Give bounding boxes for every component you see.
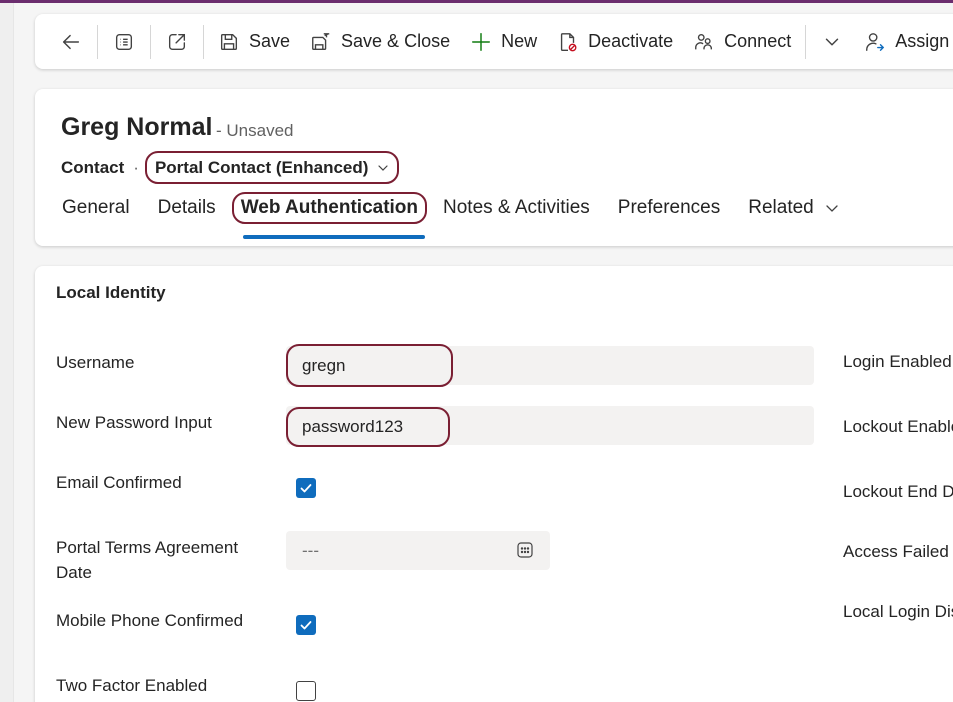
tab-general[interactable]: General <box>62 192 130 224</box>
app-accent-bar <box>0 0 953 3</box>
lockout-enabled-label: Lockout Enable <box>843 417 953 436</box>
checkmark-icon <box>300 484 312 493</box>
two-factor-label: Two Factor Enabled <box>56 676 208 695</box>
assign-person-icon <box>866 32 885 51</box>
save-close-button[interactable]: Save & Close <box>300 22 460 62</box>
new-button[interactable]: New <box>460 22 547 62</box>
username-label: Username <box>56 353 135 372</box>
form-selector-label: Portal Contact (Enhanced) <box>154 157 369 177</box>
chevron-down-icon <box>825 38 839 45</box>
tab-preferences[interactable]: Preferences <box>618 192 720 224</box>
save-icon <box>220 33 238 50</box>
connect-button[interactable]: Connect <box>683 22 801 62</box>
password-label: New Password Input <box>56 413 212 432</box>
terms-date-label: Portal Terms Agreement Date <box>56 538 239 582</box>
toolbar-separator <box>203 24 204 59</box>
chevron-down-icon <box>826 205 838 212</box>
back-button[interactable] <box>49 22 93 62</box>
local-identity-section: Local Identity Username gregn New Passwo… <box>35 266 953 702</box>
toolbar-separator <box>97 24 98 59</box>
tab-web-authentication[interactable]: Web Authentication <box>231 192 428 224</box>
lockout-end-label: Lockout End D <box>843 482 953 501</box>
password-input[interactable]: password123 <box>286 407 450 447</box>
record-list-icon <box>115 33 133 50</box>
assign-button[interactable]: Assign <box>854 22 953 62</box>
email-confirmed-checkbox[interactable] <box>296 478 316 498</box>
open-new-window-button[interactable] <box>155 22 199 62</box>
entity-name: Contact <box>61 157 125 177</box>
deactivate-icon <box>561 32 577 51</box>
deactivate-button[interactable]: Deactivate <box>547 22 683 62</box>
active-tab-indicator <box>243 235 425 239</box>
plus-icon <box>472 32 491 51</box>
email-confirmed-label: Email Confirmed <box>56 473 182 492</box>
separator-dot: · <box>133 157 139 177</box>
form-selector[interactable]: Portal Contact (Enhanced) <box>144 151 400 184</box>
login-enabled-label: Login Enabled <box>843 352 952 371</box>
left-nav-edge <box>0 3 14 702</box>
two-factor-checkbox[interactable] <box>296 681 316 701</box>
save-close-icon <box>312 32 330 50</box>
new-label: New <box>501 31 538 51</box>
save-button[interactable]: Save <box>208 22 300 62</box>
entity-line: Contact · Portal Contact (Enhanced) <box>61 151 400 184</box>
section-title: Local Identity <box>56 283 166 302</box>
record-list-button[interactable] <box>102 22 146 62</box>
toolbar-separator <box>805 24 807 59</box>
checkmark-icon <box>300 621 312 630</box>
local-login-disabled-label: Local Login Dis <box>843 602 953 621</box>
tab-related[interactable]: Related <box>748 192 840 224</box>
toolbar-separator <box>150 24 151 59</box>
chevron-down-icon <box>378 164 389 171</box>
command-bar: Save Save & Close New Deactivate Connect… <box>35 14 953 69</box>
assign-label: Assign <box>895 31 950 51</box>
record-header: Greg Normal - Unsaved Contact · Portal C… <box>35 89 953 246</box>
deactivate-label: Deactivate <box>588 31 674 51</box>
access-failed-label: Access Failed ( <box>843 542 953 561</box>
more-commands-button[interactable] <box>810 22 854 62</box>
form-tabs: General Details Web Authentication Notes… <box>62 192 868 224</box>
tab-details[interactable]: Details <box>158 192 216 224</box>
username-input[interactable]: gregn <box>286 344 453 387</box>
save-close-label: Save & Close <box>341 31 451 51</box>
terms-date-input[interactable]: --- <box>286 531 550 570</box>
people-icon <box>695 33 713 49</box>
mobile-confirmed-label: Mobile Phone Confirmed <box>56 611 244 630</box>
mobile-confirmed-checkbox[interactable] <box>296 615 316 635</box>
record-title: Greg Normal <box>61 113 213 141</box>
calendar-icon[interactable] <box>516 541 534 559</box>
tab-related-label: Related <box>748 197 814 218</box>
open-new-window-icon <box>168 33 186 50</box>
connect-label: Connect <box>724 31 792 51</box>
save-label: Save <box>249 31 291 51</box>
save-status: - Unsaved <box>216 121 294 140</box>
arrow-left-icon <box>62 34 80 49</box>
terms-date-value: --- <box>302 541 319 560</box>
tab-notes-activities[interactable]: Notes & Activities <box>443 192 590 224</box>
